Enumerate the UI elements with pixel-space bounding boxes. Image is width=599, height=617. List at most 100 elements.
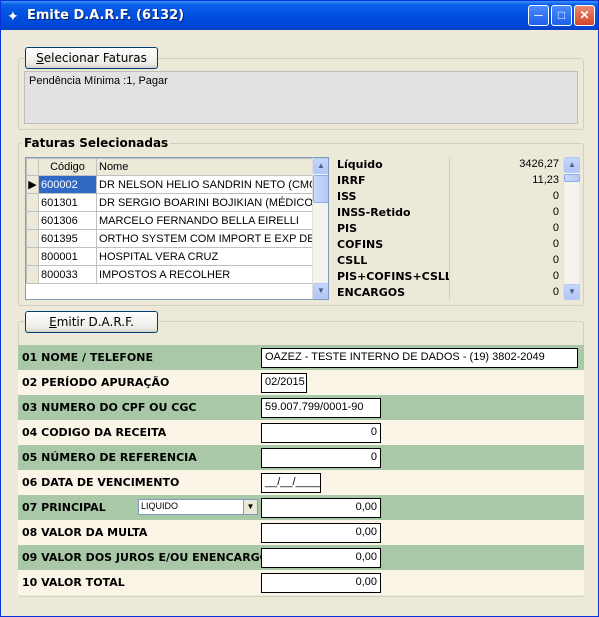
table-row[interactable]: 800001 HOSPITAL VERA CRUZ (26, 247, 315, 266)
app-icon: ✦ (7, 8, 19, 24)
total-value-csll: 0 (552, 254, 559, 266)
row-indicator (26, 247, 39, 266)
row-multa: 08 VALOR DA MULTA 0,00 (18, 520, 584, 545)
total-value-iss: 0 (552, 190, 559, 202)
selected-invoices-title: Faturas Selecionadas (22, 136, 171, 150)
row-juros: 09 VALOR DOS JUROS E/OU ENENCARGOS 0,00 (18, 545, 584, 570)
total-label-liquido: Líquido (337, 158, 383, 171)
button-mnemonic: S (36, 51, 44, 65)
row-code[interactable]: 601395 (38, 229, 97, 248)
button-label: mitir D.A.R.F. (56, 315, 134, 329)
scroll-thumb[interactable] (313, 175, 328, 203)
valor-total-input[interactable]: 0,00 (261, 573, 381, 593)
row-referencia: 05 NÚMERO DE REFERENCIA 0 (18, 445, 584, 470)
row-codigo-receita: 04 CODIGO DA RECEITA 0 (18, 420, 584, 445)
row-indicator (26, 193, 39, 212)
emit-darf-button[interactable]: Emitir D.A.R.F. (25, 311, 158, 333)
total-label-encargos: ENCARGOS (337, 286, 406, 299)
row-code[interactable]: 600002 (38, 175, 97, 194)
table-row[interactable]: ▶ 600002 DR NELSON HELIO SANDRIN NETO (C… (26, 175, 315, 194)
row-indicator (26, 265, 39, 284)
scroll-down-icon[interactable]: ▼ (313, 283, 328, 299)
maximize-button[interactable]: □ (551, 5, 572, 26)
totals-scrollbar[interactable]: ▲ ▼ (563, 157, 580, 300)
title-bar[interactable]: ✦ Emite D.A.R.F. (6132) ─ □ ✕ (1, 1, 598, 30)
total-label-pis: PIS (337, 222, 358, 235)
table-row[interactable]: 601306 MARCELO FERNANDO BELLA EIRELLI (26, 211, 315, 230)
totals-values: 3426,27 11,23 0 0 0 0 0 0 0 (449, 157, 563, 300)
total-value-liquido: 3426,27 (519, 158, 559, 170)
total-value-pis-cofins-csll: 0 (552, 270, 559, 282)
total-value-cofins: 0 (552, 238, 559, 250)
label-nome-telefone: 01 NOME / TELEFONE (22, 351, 153, 364)
column-header-codigo[interactable]: Código (38, 158, 97, 176)
row-indicator (26, 211, 39, 230)
column-header-nome[interactable]: Nome (96, 158, 315, 176)
table-row[interactable]: 601395 ORTHO SYSTEM COM IMPORT E EXP DE … (26, 229, 315, 248)
window-title: Emite D.A.R.F. (6132) (27, 8, 185, 23)
label-periodo: 02 PERÍODO APURAÇÃO (22, 376, 170, 389)
nome-telefone-input[interactable]: OAZEZ - TESTE INTERNO DE DADOS - (19) 38… (261, 348, 578, 368)
total-value-pis: 0 (552, 222, 559, 234)
total-label-inss: INSS-Retido (337, 206, 411, 219)
row-code[interactable]: 800033 (38, 265, 97, 284)
label-vencimento: 06 DATA DE VENCIMENTO (22, 476, 180, 489)
total-label-irrf: IRRF (337, 174, 366, 187)
row-periodo: 02 PERÍODO APURAÇÃO 02/2015 (18, 370, 584, 395)
totals-panel: Líquido IRRF ISS INSS-Retido PIS COFINS … (333, 157, 580, 300)
pending-info: Pendência Mínima :1, Pagar (24, 71, 578, 124)
juros-input[interactable]: 0,00 (261, 548, 381, 568)
button-mnemonic: E (49, 315, 57, 329)
close-button[interactable]: ✕ (574, 5, 595, 26)
principal-select[interactable]: LIQUIDO ▼ (138, 499, 258, 515)
codigo-receita-input[interactable]: 0 (261, 423, 381, 443)
scroll-thumb[interactable] (564, 174, 580, 182)
row-name[interactable]: IMPOSTOS A RECOLHER (96, 265, 315, 284)
minimize-button[interactable]: ─ (528, 5, 549, 26)
label-valor-total: 10 VALOR TOTAL (22, 576, 125, 589)
select-invoices-button[interactable]: Selecionar Faturas (25, 47, 158, 69)
label-cpf-cgc: 03 NUMERO DO CPF OU CGC (22, 401, 197, 414)
row-indicator-header (26, 158, 39, 176)
row-name[interactable]: DR NELSON HELIO SANDRIN NETO (CMC) (96, 175, 315, 194)
row-principal: 07 PRINCIPAL LIQUIDO ▼ 0,00 (18, 495, 584, 520)
label-multa: 08 VALOR DA MULTA (22, 526, 148, 539)
total-label-csll: CSLL (337, 254, 368, 267)
principal-input[interactable]: 0,00 (261, 498, 381, 518)
row-name[interactable]: HOSPITAL VERA CRUZ (96, 247, 315, 266)
total-value-inss: 0 (552, 206, 559, 218)
chevron-down-icon[interactable]: ▼ (243, 500, 257, 514)
button-label: elecionar Faturas (43, 51, 147, 65)
total-value-encargos: 0 (552, 286, 559, 298)
invoices-grid[interactable]: Código Nome ▶ 600002 DR NELSON HELIO SAN… (25, 157, 329, 300)
row-name[interactable]: DR SERGIO BOARINI BOJIKIAN (MÉDICO) (96, 193, 315, 212)
row-valor-total: 10 VALOR TOTAL 0,00 (18, 570, 584, 595)
label-juros: 09 VALOR DOS JUROS E/OU ENENCARGOS (22, 551, 277, 564)
vencimento-input[interactable]: __/__/____ (261, 473, 321, 493)
grid-scrollbar[interactable]: ▲ ▼ (312, 158, 328, 299)
scroll-down-icon[interactable]: ▼ (564, 284, 580, 300)
label-referencia: 05 NÚMERO DE REFERENCIA (22, 451, 197, 464)
scroll-up-icon[interactable]: ▲ (313, 158, 328, 174)
current-row-arrow-icon: ▶ (26, 175, 39, 194)
periodo-input[interactable]: 02/2015 (261, 373, 307, 393)
multa-input[interactable]: 0,00 (261, 523, 381, 543)
label-principal: 07 PRINCIPAL (22, 501, 106, 514)
label-codigo-receita: 04 CODIGO DA RECEITA (22, 426, 167, 439)
table-row[interactable]: 800033 IMPOSTOS A RECOLHER (26, 265, 315, 284)
row-code[interactable]: 601301 (38, 193, 97, 212)
row-name[interactable]: ORTHO SYSTEM COM IMPORT E EXP DE IMP (96, 229, 315, 248)
row-indicator (26, 229, 39, 248)
total-value-irrf: 11,23 (532, 174, 559, 186)
row-code[interactable]: 800001 (38, 247, 97, 266)
row-name[interactable]: MARCELO FERNANDO BELLA EIRELLI (96, 211, 315, 230)
darf-window: ✦ Emite D.A.R.F. (6132) ─ □ ✕ Selecionar… (0, 0, 599, 617)
total-label-iss: ISS (337, 190, 357, 203)
referencia-input[interactable]: 0 (261, 448, 381, 468)
cpf-cgc-input[interactable]: 59.007.799/0001-90 (261, 398, 381, 418)
scroll-up-icon[interactable]: ▲ (564, 157, 580, 173)
table-row[interactable]: 601301 DR SERGIO BOARINI BOJIKIAN (MÉDIC… (26, 193, 315, 212)
grid-header-row: Código Nome (26, 158, 315, 176)
total-label-cofins: COFINS (337, 238, 384, 251)
row-code[interactable]: 601306 (38, 211, 97, 230)
